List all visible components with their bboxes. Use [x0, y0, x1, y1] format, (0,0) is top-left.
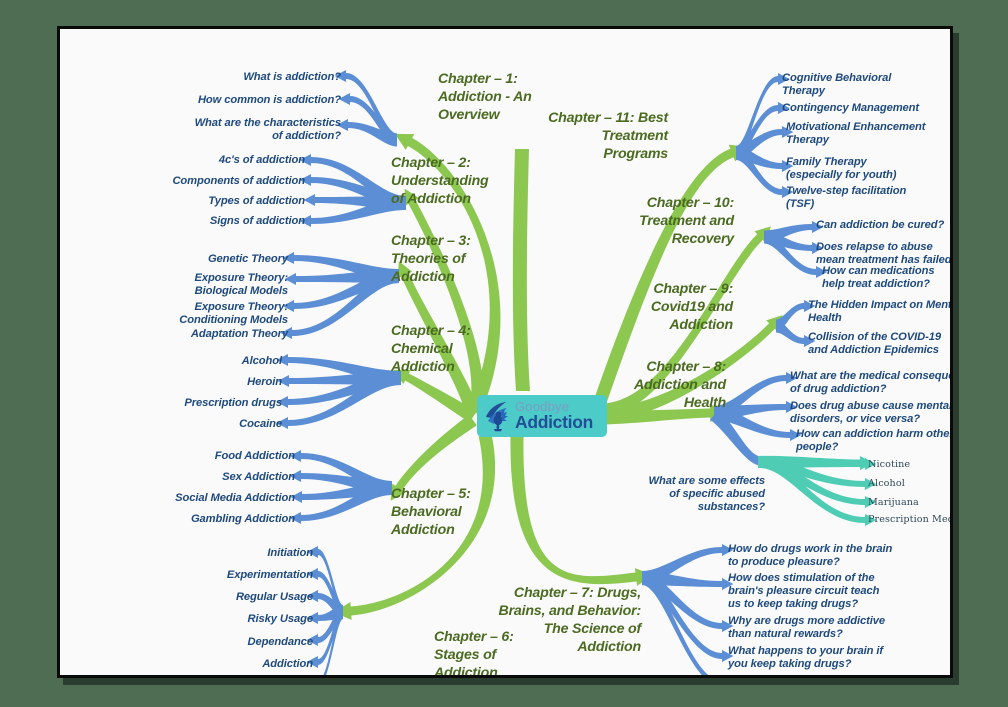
- leaf-ch3-3[interactable]: Adaptation Theory: [140, 328, 288, 341]
- chapter-label-ch9[interactable]: Chapter – 9: Covid19 and Addiction: [588, 281, 733, 335]
- leaf-ch7-0[interactable]: How do drugs work in the brain to produc…: [728, 543, 950, 569]
- chapter-label-ch7[interactable]: Chapter – 7: Drugs, Brains, and Behavior…: [441, 585, 642, 657]
- chapter-label-ch11[interactable]: Chapter – 11: Best Treatment Programs: [512, 110, 668, 164]
- dove-bird-icon: [483, 400, 513, 432]
- leaf-ch5-3[interactable]: Gambling Addiction: [132, 513, 295, 526]
- leaf-ch11-0[interactable]: Cognitive Behavioral Therapy: [782, 72, 950, 98]
- leaf-ch2-2[interactable]: Types of addiction: [140, 195, 305, 208]
- leaf-ch6-5[interactable]: Addiction: [148, 658, 313, 671]
- logo-word-addiction: Addiction: [515, 412, 593, 433]
- leaf-ch1-1[interactable]: How common is addiction?: [166, 94, 341, 107]
- leaf-ch6-2[interactable]: Regular Usage: [148, 591, 313, 604]
- leaf-ch8-1[interactable]: Does drug abuse cause mental disorders, …: [790, 400, 950, 426]
- leaf-ch4-2[interactable]: Prescription drugs: [140, 397, 282, 410]
- substance-label-1[interactable]: Alcohol: [868, 478, 905, 489]
- leaf-ch1-0[interactable]: What is addiction?: [166, 71, 341, 84]
- leaf-ch11-3[interactable]: Family Therapy (especially for youth): [786, 156, 950, 182]
- leaf-ch5-2[interactable]: Social Media Addiction: [132, 492, 295, 505]
- leaf-ch6-0[interactable]: Initiation: [148, 547, 313, 560]
- chapter-label-ch10[interactable]: Chapter – 10: Treatment and Recovery: [586, 195, 734, 249]
- leaf-ch4-0[interactable]: Alcohol: [140, 355, 282, 368]
- chapter-label-ch3[interactable]: Chapter – 3: Theories of Addiction: [391, 233, 541, 287]
- leaf-ch4-3[interactable]: Cocaine: [140, 418, 282, 431]
- leaf-ch10-0[interactable]: Can addiction be cured?: [816, 219, 950, 232]
- leaf-ch7-1[interactable]: How does stimulation of the brain's plea…: [728, 572, 950, 612]
- leaf-ch2-0[interactable]: 4c's of addiction: [140, 154, 305, 167]
- substance-label-0[interactable]: Nicotine: [868, 459, 910, 470]
- leaf-ch6-4[interactable]: Dependance: [148, 636, 313, 649]
- leaf-ch10-1[interactable]: Does relapse to abuse mean treatment has…: [816, 241, 950, 267]
- leaf-ch7-3[interactable]: What happens to your brain if you keep t…: [728, 645, 950, 671]
- leaf-ch2-3[interactable]: Signs of addiction: [140, 215, 305, 228]
- leaf-ch2-1[interactable]: Components of addiction: [140, 175, 305, 188]
- leaf-ch8-0[interactable]: What are the medical consequences of dru…: [790, 370, 950, 396]
- leaf-ch9-0[interactable]: The Hidden Impact on Mental Health: [808, 299, 950, 325]
- substance-label-2[interactable]: Marijuana: [868, 497, 919, 508]
- leaf-ch3-1[interactable]: Exposure Theory: Biological Models: [140, 272, 288, 298]
- leaf-ch11-4[interactable]: Twelve-step facilitation (TSF): [786, 185, 950, 211]
- chapter-label-ch4[interactable]: Chapter – 4: Chemical Addiction: [391, 323, 541, 377]
- leaf-ch8-2[interactable]: How can addiction harm other people?: [796, 428, 950, 454]
- leaf-ch6-3[interactable]: Risky Usage: [148, 613, 314, 626]
- substance-label-3[interactable]: Prescription Medications: [868, 514, 950, 525]
- leaf-ch1-2[interactable]: What are the characteristics of addictio…: [156, 117, 342, 143]
- leaf-ch5-1[interactable]: Sex Addiction: [132, 471, 295, 484]
- leaf-ch4-1[interactable]: Heroin: [140, 376, 282, 389]
- leaf-ch8-3[interactable]: What are some effects of specific abused…: [635, 475, 766, 515]
- leaf-ch5-0[interactable]: Food Addiction: [132, 450, 295, 463]
- teal-branch-group: [757, 455, 877, 526]
- mindmap-page: Goodbye Addiction Chapter – 1: Addiction…: [0, 0, 1008, 707]
- chapter-label-ch5[interactable]: Chapter – 5: Behavioral Addiction: [391, 486, 541, 540]
- chapter-label-ch8[interactable]: Chapter – 8: Addiction and Health: [566, 359, 726, 413]
- leaf-ch3-0[interactable]: Genetic Theory: [140, 253, 288, 266]
- leaf-ch6-1[interactable]: Experimentation: [148, 569, 313, 582]
- leaf-ch3-2[interactable]: Exposure Theory: Conditioning Models: [136, 301, 288, 327]
- leaf-ch10-2[interactable]: How can medications help treat addiction…: [822, 265, 950, 291]
- leaf-ch7-4[interactable]: What other brain changes occur with drug…: [728, 674, 950, 675]
- leaf-ch9-1[interactable]: Collision of the COVID-19 and Addiction …: [808, 331, 950, 357]
- leaf-ch11-2[interactable]: Motivational Enhancement Therapy: [786, 121, 950, 147]
- leaf-ch11-1[interactable]: Contingency Management: [782, 102, 950, 115]
- mindmap-canvas: Goodbye Addiction Chapter – 1: Addiction…: [57, 26, 953, 678]
- leaf-ch7-2[interactable]: Why are drugs more addictive than natura…: [728, 615, 950, 641]
